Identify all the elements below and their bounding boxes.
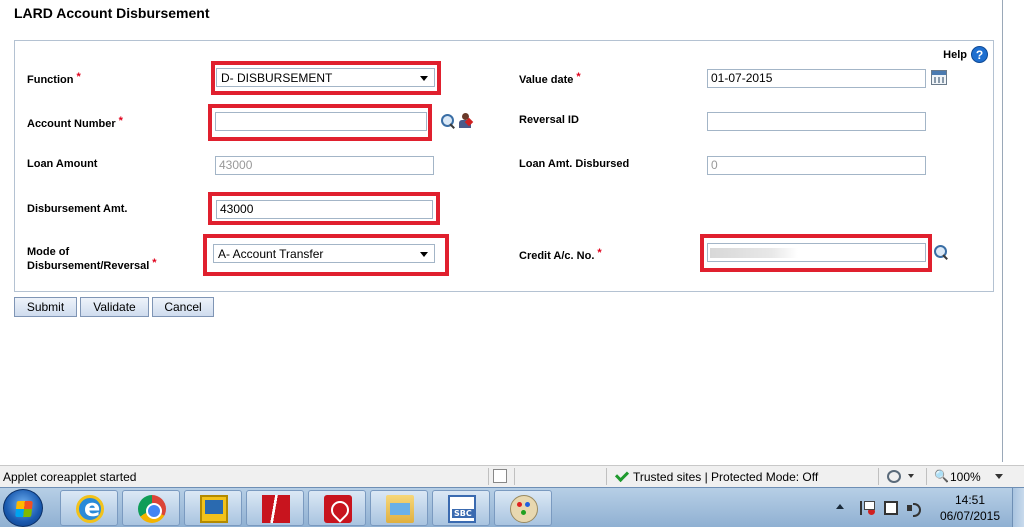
reversal-id-input[interactable] — [707, 112, 926, 131]
required-marker: * — [152, 257, 157, 269]
show-desktop-button[interactable] — [1012, 488, 1024, 527]
highlight-box-function — [211, 61, 441, 95]
mode-label-line2-wrap: Disbursement/Reversal * — [27, 257, 157, 273]
page-title: LARD Account Disbursement — [14, 5, 210, 21]
taskbar-pdf-button[interactable] — [308, 490, 366, 526]
check-icon — [614, 467, 630, 483]
required-marker: * — [76, 71, 81, 83]
loan-amount-label: Loan Amount — [27, 158, 98, 170]
chrome-icon — [138, 495, 166, 523]
clock-time: 14:51 — [954, 493, 986, 507]
search-icon[interactable] — [933, 244, 949, 260]
sbc-app-icon — [448, 495, 476, 523]
form-panel: Help ? Function * D- DISBURSEMENT Value d… — [14, 40, 994, 292]
pdf-reader-icon — [324, 495, 352, 523]
loan-amt-disbursed-label: Loan Amt. Disbursed — [519, 158, 630, 170]
function-label-text: Function — [27, 74, 74, 86]
credit-ac-no-label-text: Credit A/c. No. — [519, 250, 595, 262]
status-separator — [606, 468, 607, 485]
mode-label: Mode of Disbursement/Reversal * — [27, 245, 157, 273]
taskbar-chrome-button[interactable] — [122, 490, 180, 526]
loan-amt-disbursed-input: 0 — [707, 156, 926, 175]
action-center-flag-icon[interactable] — [860, 501, 875, 515]
highlight-box-credit-ac-no — [700, 234, 932, 272]
status-separator — [878, 468, 879, 485]
protected-mode-icon[interactable] — [887, 470, 901, 483]
submit-button[interactable]: Submit — [14, 297, 77, 317]
highlight-box-account-number — [208, 104, 432, 141]
chevron-down-icon[interactable] — [908, 474, 914, 478]
taskbar-explorer-button[interactable] — [370, 490, 428, 526]
reversal-id-label: Reversal ID — [519, 114, 579, 126]
mode-label-line2: Disbursement/Reversal — [27, 260, 150, 272]
clock-date: 06/07/2015 — [939, 509, 1001, 523]
customer-lookup-icon[interactable] — [458, 113, 474, 129]
taskbar-red-app-button[interactable] — [246, 490, 304, 526]
zoom-icon[interactable]: 🔍 — [934, 469, 949, 483]
red-app-icon — [262, 495, 290, 523]
taskbar-monitor-button[interactable] — [184, 490, 242, 526]
monitor-app-icon — [200, 495, 228, 523]
value-date-label-text: Value date — [519, 74, 574, 86]
help-label: Help — [943, 48, 967, 61]
status-separator — [488, 468, 489, 485]
vertical-scrollbar[interactable] — [1002, 0, 1003, 462]
highlight-box-mode — [203, 234, 449, 276]
cancel-button[interactable]: Cancel — [152, 297, 214, 317]
internet-explorer-icon — [76, 494, 104, 523]
paint-icon — [510, 495, 538, 523]
required-marker: * — [597, 247, 602, 259]
folder-icon — [386, 495, 414, 523]
loan-amount-input: 43000 — [215, 156, 434, 175]
taskbar-paint-button[interactable] — [494, 490, 552, 526]
network-icon[interactable] — [884, 501, 898, 515]
volume-icon[interactable] — [906, 501, 921, 517]
highlight-box-disbursement-amt — [208, 192, 440, 225]
calendar-icon[interactable] — [931, 70, 947, 85]
system-clock[interactable]: 14:51 06/07/2015 — [934, 492, 1006, 524]
page-icon — [493, 469, 507, 483]
help-link[interactable]: Help ? — [943, 46, 988, 63]
account-number-label-text: Account Number — [27, 118, 116, 130]
value-date-label: Value date * — [519, 71, 581, 87]
start-button[interactable] — [3, 489, 43, 527]
search-icon[interactable] — [440, 113, 456, 129]
status-separator — [514, 468, 515, 485]
account-number-label: Account Number * — [27, 115, 123, 131]
disbursement-amt-label: Disbursement Amt. — [27, 203, 128, 215]
zoom-level[interactable]: 100% — [950, 470, 981, 484]
taskbar-sbc-button[interactable] — [432, 490, 490, 526]
value-date-input[interactable]: 01-07-2015 — [707, 69, 926, 88]
credit-ac-no-label: Credit A/c. No. * — [519, 247, 602, 263]
help-icon[interactable]: ? — [971, 46, 988, 63]
required-marker: * — [576, 71, 581, 83]
status-separator — [926, 468, 927, 485]
security-zone-text[interactable]: Trusted sites | Protected Mode: Off — [633, 470, 818, 484]
validate-button[interactable]: Validate — [80, 297, 149, 317]
status-text: Applet coreapplet started — [3, 470, 137, 484]
taskbar-ie-button[interactable] — [60, 490, 118, 526]
tray-expand-icon[interactable] — [836, 504, 844, 509]
browser-status-bar: Applet coreapplet started Trusted sites … — [0, 465, 1024, 487]
required-marker: * — [118, 115, 123, 127]
mode-label-line1: Mode of — [27, 246, 70, 258]
function-label: Function * — [27, 71, 81, 87]
windows-taskbar: 14:51 06/07/2015 — [0, 487, 1024, 527]
chevron-down-icon[interactable] — [995, 474, 1003, 479]
